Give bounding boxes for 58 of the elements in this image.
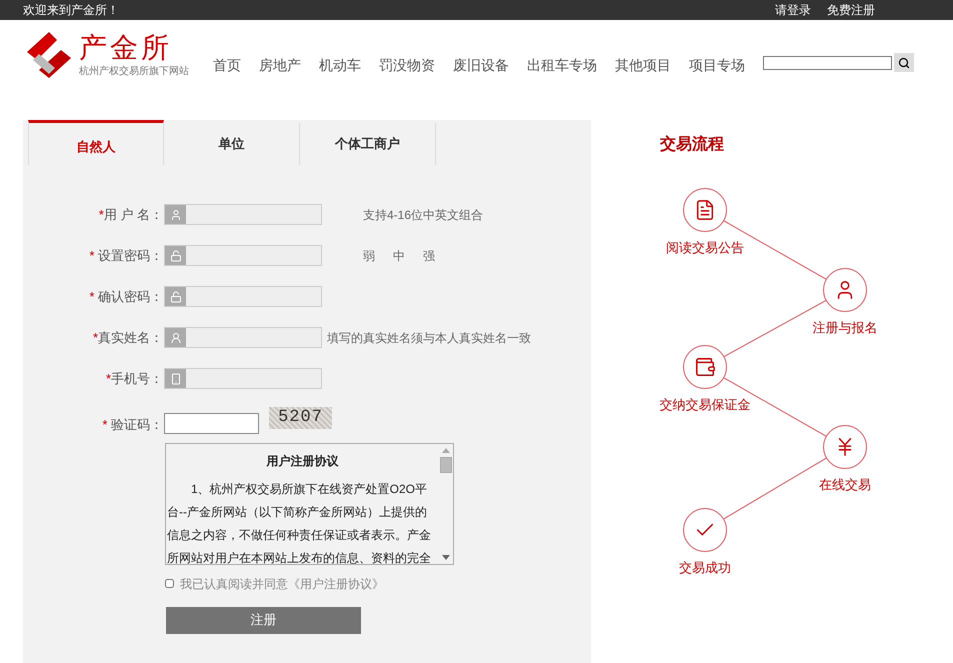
agreement-title: 用户注册协议 (266, 452, 340, 470)
step-label: 交易成功 (678, 559, 732, 577)
nav-link[interactable]: 机动车 (319, 55, 361, 76)
search-button[interactable] (894, 53, 914, 72)
logo-icon (25, 30, 73, 80)
top-link[interactable]: 请登录 (775, 1, 811, 19)
logo-name: 产金所 (79, 32, 173, 64)
field-label: *手机号： (104, 370, 163, 388)
logo-subtitle: 杭州产权交易所旗下网站 (79, 64, 189, 78)
tab[interactable]: 自然人 (28, 120, 164, 165)
consent-label: 我已认真阅读并同意《用户注册协议》 (180, 576, 384, 592)
field-label: * 验证码： (101, 416, 163, 434)
register-button[interactable]: 注册 (166, 606, 361, 634)
field-label: * 设置密码： (88, 246, 163, 265)
tab[interactable]: 单位 (164, 123, 300, 165)
nav-link[interactable]: 其他项目 (615, 55, 671, 76)
person-icon (165, 328, 186, 347)
person-icon (165, 205, 186, 224)
nav-link[interactable]: 废旧设备 (453, 55, 509, 76)
nav-link[interactable]: 项目专场 (689, 55, 745, 76)
field-label: *用 户 名： (98, 206, 163, 224)
step-label: 在线交易 (818, 476, 872, 494)
input-field[interactable] (164, 286, 322, 307)
welcome-text: 欢迎来到产金所！ (23, 2, 119, 19)
consent-checkbox[interactable] (165, 579, 174, 588)
strength-level: 强 (423, 248, 435, 264)
captcha-field[interactable] (164, 413, 259, 434)
strength-level: 弱 (363, 248, 375, 264)
lock-icon (165, 287, 186, 306)
strength-level: 中 (393, 248, 405, 264)
field-label: *真实姓名： (92, 328, 163, 347)
input-field[interactable] (164, 204, 322, 225)
agreement-text: 1、杭州产权交易所旗下在线资产处置O2O平台--产金所网站（以下简称产金所网站）上提供的信息之内容，不做任何种责任保证或者表示。产金所网站对用户在本网站上发布的信息、资料的完全 (167, 480, 432, 564)
input-field[interactable] (164, 368, 322, 389)
field-label: * 确认密码： (88, 288, 163, 306)
scrollbar-thumb[interactable] (440, 456, 452, 472)
tab[interactable]: 个体工商户 (300, 123, 436, 165)
nav-link[interactable]: 首页 (213, 55, 241, 76)
nav-link[interactable]: 罚没物资 (379, 55, 435, 76)
captcha-image: 5207 (269, 407, 332, 429)
wallet-icon (694, 356, 716, 378)
phone-icon (165, 369, 186, 388)
search-field[interactable] (763, 56, 892, 70)
field-hint: 支持4-16位中英文组合 (363, 206, 484, 224)
step-label: 注册与报名 (812, 319, 878, 337)
document-icon (694, 199, 716, 221)
top-link[interactable]: 免费注册 (827, 1, 875, 19)
lock-icon (165, 246, 186, 265)
field-hint: 填写的真实姓名须与本人真实姓名一致 (327, 330, 531, 346)
step-label: 交纳交易保证金 (658, 396, 752, 414)
search-icon (898, 56, 910, 68)
input-field[interactable] (164, 327, 322, 348)
process-title: 交易流程 (660, 134, 724, 155)
step-label: 阅读交易公告 (665, 239, 745, 257)
nav-link[interactable]: 房地产 (259, 55, 301, 76)
nav-link[interactable]: 出租车专场 (527, 55, 597, 76)
scroll-down-icon[interactable] (442, 554, 450, 560)
input-field[interactable] (164, 245, 322, 266)
